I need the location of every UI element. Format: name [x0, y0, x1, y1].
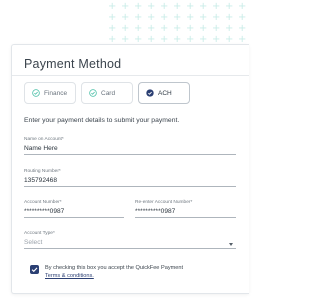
plus-decoration: + [108, 1, 117, 12]
plus-decoration: + [160, 34, 169, 45]
plus-decoration: + [173, 23, 182, 34]
plus-decoration: + [212, 12, 221, 23]
account-type-value[interactable]: Select [24, 236, 236, 249]
plus-decoration: + [225, 34, 234, 45]
plus-decoration: + [121, 34, 130, 45]
plus-decoration: + [212, 23, 221, 34]
check-circle-filled-icon [146, 89, 154, 97]
plus-decoration: + [160, 1, 169, 12]
plus-decoration: + [121, 12, 130, 23]
plus-decoration: + [238, 34, 247, 45]
plus-decoration: + [238, 23, 247, 34]
plus-decoration: + [225, 1, 234, 12]
plus-decoration: + [212, 1, 221, 12]
method-finance-button[interactable]: Finance [24, 82, 76, 104]
name-on-account-input[interactable]: Name Here [24, 142, 236, 155]
account-type-select[interactable]: Account Type* Select [24, 231, 236, 249]
reenter-account-number-field[interactable]: Re-enter Account Number* **********0987 [135, 200, 236, 218]
plus-decoration: + [186, 1, 195, 12]
plus-decoration: + [160, 12, 169, 23]
routing-number-input[interactable]: 135792468 [24, 174, 236, 187]
terms-link[interactable]: Terms & conditions. [45, 273, 94, 279]
plus-decoration: + [199, 12, 208, 23]
page-title: Payment Method [24, 57, 122, 71]
plus-decoration: + [121, 1, 130, 12]
routing-number-field[interactable]: Routing Number* 135792468 [24, 169, 236, 187]
payment-method-selector: Finance Card ACH [24, 82, 190, 104]
reenter-account-number-input[interactable]: **********0987 [135, 205, 236, 218]
plus-decoration: + [147, 23, 156, 34]
name-on-account-field[interactable]: Name on Account* Name Here [24, 137, 236, 155]
terms-consent-label: By checking this box you accept the Quic… [45, 265, 184, 271]
plus-decoration: + [147, 12, 156, 23]
plus-decoration: + [225, 12, 234, 23]
plus-decoration: + [147, 1, 156, 12]
plus-decoration: + [160, 23, 169, 34]
method-card-button[interactable]: Card [81, 82, 133, 104]
account-number-field[interactable]: Account Number* **********0987 [24, 200, 124, 218]
plus-decoration: + [108, 23, 117, 34]
plus-decoration: + [199, 23, 208, 34]
checkmark-icon [31, 267, 38, 273]
plus-decoration: + [225, 23, 234, 34]
title-divider [12, 75, 249, 76]
method-finance-label: Finance [44, 89, 68, 97]
plus-decoration: + [134, 1, 143, 12]
plus-decoration: + [147, 34, 156, 45]
plus-decoration: + [173, 34, 182, 45]
plus-decoration: + [199, 34, 208, 45]
plus-decoration: + [186, 12, 195, 23]
check-circle-icon [89, 89, 97, 97]
plus-decoration: + [186, 23, 195, 34]
plus-decoration: + [173, 1, 182, 12]
account-number-input[interactable]: **********0987 [24, 205, 124, 218]
plus-decoration: + [173, 12, 182, 23]
payment-card: Payment Method Finance Card ACH Enter yo… [11, 44, 249, 294]
plus-decoration: + [134, 23, 143, 34]
method-ach-label: ACH [158, 89, 172, 97]
plus-decoration: + [238, 12, 247, 23]
chevron-down-icon[interactable] [229, 243, 233, 246]
plus-decoration: + [134, 34, 143, 45]
plus-decoration: + [108, 34, 117, 45]
method-card-label: Card [101, 89, 116, 97]
plus-decoration: + [121, 23, 130, 34]
method-ach-button[interactable]: ACH [138, 82, 190, 104]
terms-consent-text: By checking this box you accept the Quic… [45, 264, 183, 280]
plus-decoration: + [186, 34, 195, 45]
plus-decoration: + [238, 1, 247, 12]
plus-decoration: + [199, 1, 208, 12]
terms-checkbox[interactable] [30, 265, 39, 274]
terms-consent: By checking this box you accept the Quic… [30, 264, 240, 280]
plus-decoration: + [134, 12, 143, 23]
background-plus-pattern: + + + + + + + + + + + + + + + + + + + + + + + + + + + + + + + + + + + + + + + +… [100, 0, 249, 45]
plus-decoration: + [108, 12, 117, 23]
instructions-text: Enter your payment details to submit you… [24, 117, 180, 124]
plus-decoration: + [212, 34, 221, 45]
check-circle-icon [32, 89, 40, 97]
